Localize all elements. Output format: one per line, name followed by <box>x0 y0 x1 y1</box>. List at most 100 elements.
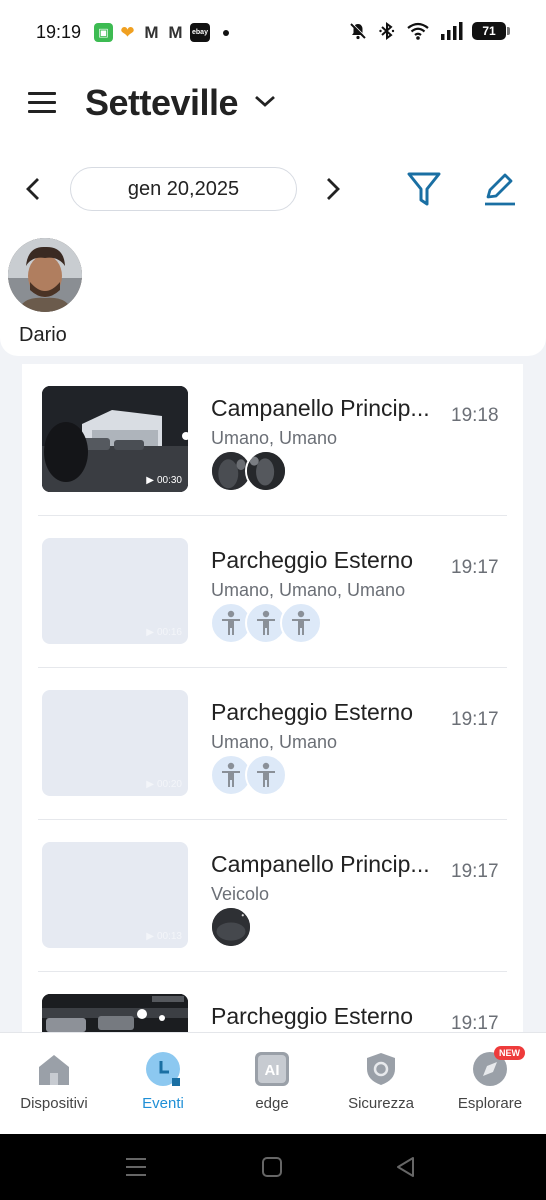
event-item[interactable]: ▶ 00:30 Campanello Princip... Umano, Uman… <box>22 364 523 516</box>
home-button[interactable] <box>261 1156 283 1178</box>
play-icon: ▶ <box>146 931 154 942</box>
battery-icon: 71 <box>472 22 510 40</box>
nav-edge[interactable]: AI edge <box>222 1051 322 1112</box>
status-bar: 19:19 ▣ ❤ M M ebay 71 <box>0 0 546 64</box>
contact-dario[interactable]: Dario <box>8 238 84 347</box>
person-icon <box>280 602 322 644</box>
event-thumbnail[interactable] <box>42 994 188 1032</box>
event-title: Parcheggio Esterno <box>211 699 414 725</box>
event-title: Campanello Princip... <box>211 851 430 877</box>
nav-dispositivi[interactable]: Dispositivi <box>4 1051 104 1112</box>
event-item[interactable]: ▶ 00:13 Campanello Princip... Veicolo 19:… <box>22 820 523 972</box>
filter-icon[interactable] <box>406 170 442 208</box>
person-icon <box>245 754 287 796</box>
nav-label: Dispositivi <box>20 1095 88 1112</box>
duration-text: 00:20 <box>156 779 182 790</box>
wallet-notification-icon: ❤ <box>120 22 135 42</box>
menu-button[interactable] <box>28 88 58 118</box>
duration-text: 00:16 <box>156 627 182 638</box>
event-thumbnail[interactable]: ▶ 00:13 <box>42 842 188 948</box>
event-subtitle: Umano, Umano, Umano <box>211 580 406 600</box>
menu-icon-line <box>28 101 56 104</box>
ebay-icon: ebay <box>190 23 210 42</box>
previous-day-button[interactable] <box>22 177 46 201</box>
nav-esplorare[interactable]: NEW Esplorare <box>440 1046 540 1112</box>
nav-eventi[interactable]: Eventi <box>113 1051 213 1112</box>
play-icon: ▶ <box>146 779 154 790</box>
detection-chips <box>210 602 322 644</box>
nav-label: Esplorare <box>457 1095 523 1112</box>
event-item[interactable]: Parcheggio Esterno 19:17 <box>22 972 523 1032</box>
menu-icon-line <box>28 110 56 113</box>
back-button[interactable] <box>395 1156 417 1178</box>
bottom-navigation: Dispositivi Eventi AI edge Sicurezza NEW <box>0 1032 546 1134</box>
svg-text:AI: AI <box>265 1062 280 1079</box>
bluetooth-icon <box>379 22 395 40</box>
recent-apps-button[interactable] <box>124 1156 148 1178</box>
detection-chips <box>210 450 287 492</box>
nav-label: edge <box>255 1095 289 1112</box>
detected-person-thumbnail <box>245 450 287 492</box>
home-icon <box>36 1051 72 1087</box>
app-notification-icon: ▣ <box>94 23 113 42</box>
event-item[interactable]: ▶ 00:16 Parcheggio Esterno Umano, Umano, … <box>22 516 523 668</box>
contact-name: Dario <box>19 324 67 346</box>
event-thumbnail[interactable]: ▶ 00:30 <box>42 386 188 492</box>
events-list[interactable]: ▶ 00:30 Campanello Princip... Umano, Uman… <box>22 364 523 1032</box>
play-icon: ▶ <box>146 627 154 638</box>
wifi-icon <box>407 22 429 40</box>
video-duration: ▶ 00:20 <box>146 779 182 790</box>
signal-icon <box>441 22 463 40</box>
play-icon: ▶ <box>146 475 154 486</box>
location-title[interactable]: Setteville <box>85 82 239 124</box>
event-time: 19:17 <box>451 861 499 882</box>
edit-icon[interactable] <box>482 170 518 208</box>
detection-chips <box>210 906 252 948</box>
duration-text: 00:30 <box>156 475 182 486</box>
event-thumbnail[interactable]: ▶ 00:20 <box>42 690 188 796</box>
camera-snapshot <box>42 994 188 1032</box>
video-duration: ▶ 00:16 <box>146 627 182 638</box>
detected-vehicle-thumbnail <box>210 906 252 948</box>
system-status-icons: 71 <box>348 21 510 41</box>
gmail-icon: M <box>168 22 183 42</box>
more-notifications-dot <box>223 29 229 36</box>
detection-chips <box>210 754 287 796</box>
duration-text: 00:13 <box>156 931 182 942</box>
video-duration: ▶ 00:30 <box>146 475 182 486</box>
app-screen: 19:19 ▣ ❤ M M ebay 71 Setteville gen 20,… <box>0 0 546 1200</box>
event-title: Parcheggio Esterno <box>211 1003 414 1029</box>
nav-label: Eventi <box>142 1095 184 1112</box>
video-duration: ▶ 00:13 <box>146 931 182 942</box>
event-subtitle: Veicolo <box>211 884 270 904</box>
event-time: 19:17 <box>451 557 499 578</box>
menu-icon <box>28 92 56 95</box>
event-subtitle: Umano, Umano <box>211 428 338 448</box>
clock-icon <box>145 1051 181 1087</box>
avatar <box>8 238 82 312</box>
shield-icon <box>363 1051 399 1087</box>
date-selector[interactable]: gen 20,2025 <box>70 167 297 211</box>
next-day-button[interactable] <box>320 177 344 201</box>
nav-label: Sicurezza <box>348 1095 414 1112</box>
avatar-photo <box>8 238 82 312</box>
gmail-icon: M <box>144 22 159 42</box>
status-time: 19:19 <box>36 22 82 42</box>
event-time: 19:17 <box>451 1013 499 1032</box>
notification-icons: ▣ ❤ M M ebay <box>94 23 229 42</box>
ai-icon: AI <box>254 1051 290 1087</box>
event-title: Campanello Princip... <box>211 395 430 421</box>
header-card: Setteville gen 20,2025 Dario <box>0 64 546 356</box>
nav-sicurezza[interactable]: Sicurezza <box>331 1051 431 1112</box>
event-title: Parcheggio Esterno <box>211 547 414 573</box>
mute-icon <box>350 22 367 40</box>
system-navigation-bar <box>0 1134 546 1200</box>
compass-icon: NEW <box>472 1046 525 1087</box>
new-badge: NEW <box>494 1046 525 1060</box>
event-item[interactable]: ▶ 00:20 Parcheggio Esterno Umano, Umano 1… <box>22 668 523 820</box>
event-time: 19:18 <box>451 405 499 426</box>
chevron-down-icon[interactable] <box>254 94 276 108</box>
event-thumbnail[interactable]: ▶ 00:16 <box>42 538 188 644</box>
event-subtitle: Umano, Umano <box>211 732 338 752</box>
event-time: 19:17 <box>451 709 499 730</box>
